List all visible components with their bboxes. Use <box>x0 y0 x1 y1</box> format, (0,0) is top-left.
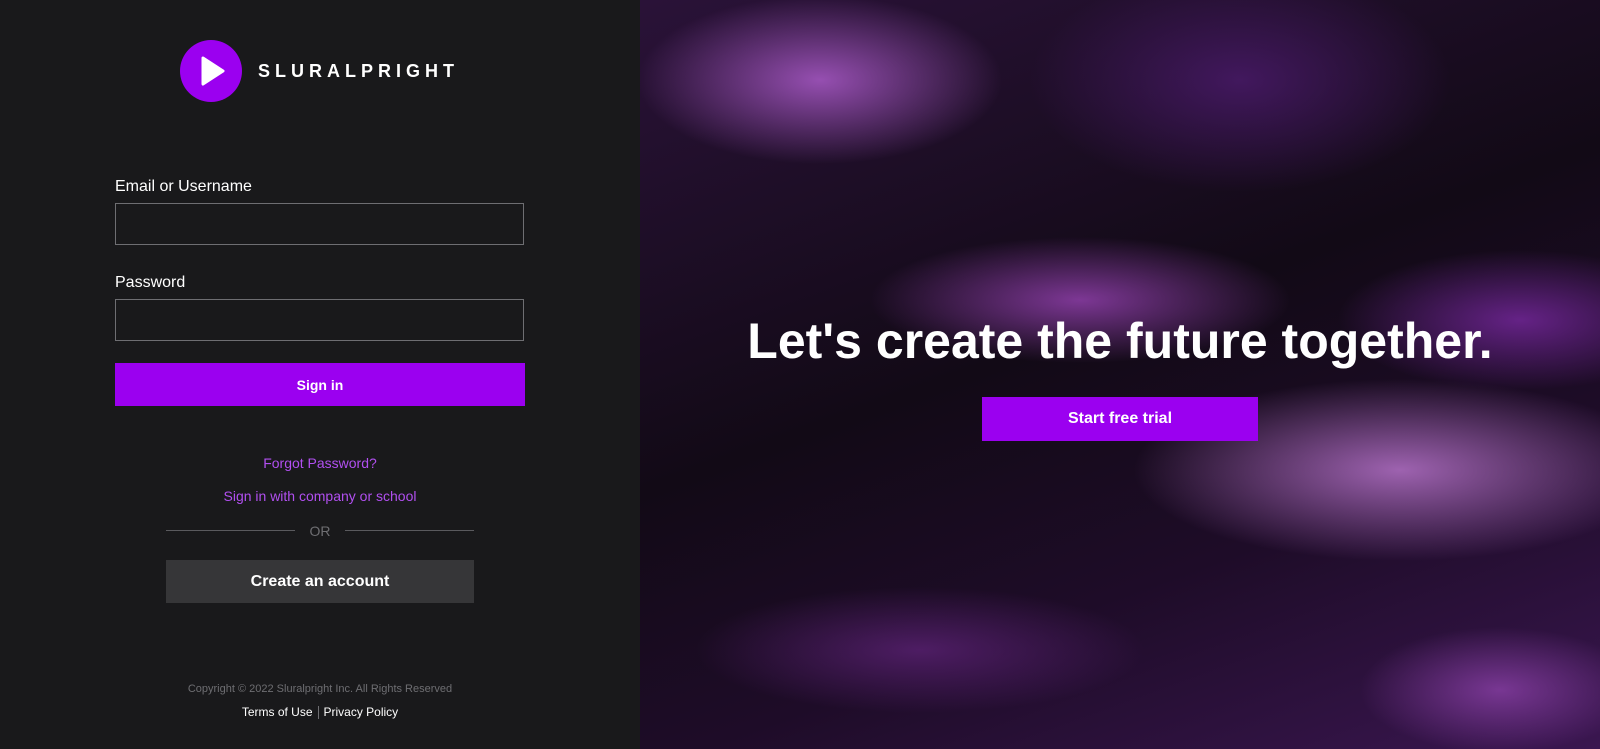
company-sign-in-link[interactable]: Sign in with company or school <box>0 488 640 504</box>
privacy-policy-link[interactable]: Privacy Policy <box>324 705 399 719</box>
brand-name: SLURALPRIGHT <box>258 60 459 81</box>
hero-panel: Let's create the future together. Start … <box>640 0 1600 749</box>
divider-line-right <box>345 530 474 531</box>
login-panel: SLURALPRIGHT Email or Username Password … <box>0 0 640 749</box>
copyright-text: Copyright © 2022 Sluralpright Inc. All R… <box>187 683 453 695</box>
email-field[interactable] <box>115 203 524 245</box>
start-free-trial-button[interactable]: Start free trial <box>982 397 1258 441</box>
sign-in-button[interactable]: Sign in <box>115 363 525 406</box>
email-label: Email or Username <box>115 178 252 195</box>
password-label: Password <box>115 274 186 291</box>
brand-logo[interactable]: SLURALPRIGHT <box>180 40 459 102</box>
terms-of-use-link[interactable]: Terms of Use <box>242 705 313 719</box>
play-icon <box>180 40 242 102</box>
create-account-button[interactable]: Create an account <box>166 560 474 603</box>
or-label: OR <box>309 523 331 539</box>
forgot-password-link[interactable]: Forgot Password? <box>0 455 640 471</box>
or-divider: OR <box>166 521 474 541</box>
hero-headline: Let's create the future together. <box>747 313 1493 369</box>
legal-separator <box>317 706 319 720</box>
password-field[interactable] <box>115 299 524 341</box>
legal-links: Terms of Use Privacy Policy <box>0 705 640 720</box>
